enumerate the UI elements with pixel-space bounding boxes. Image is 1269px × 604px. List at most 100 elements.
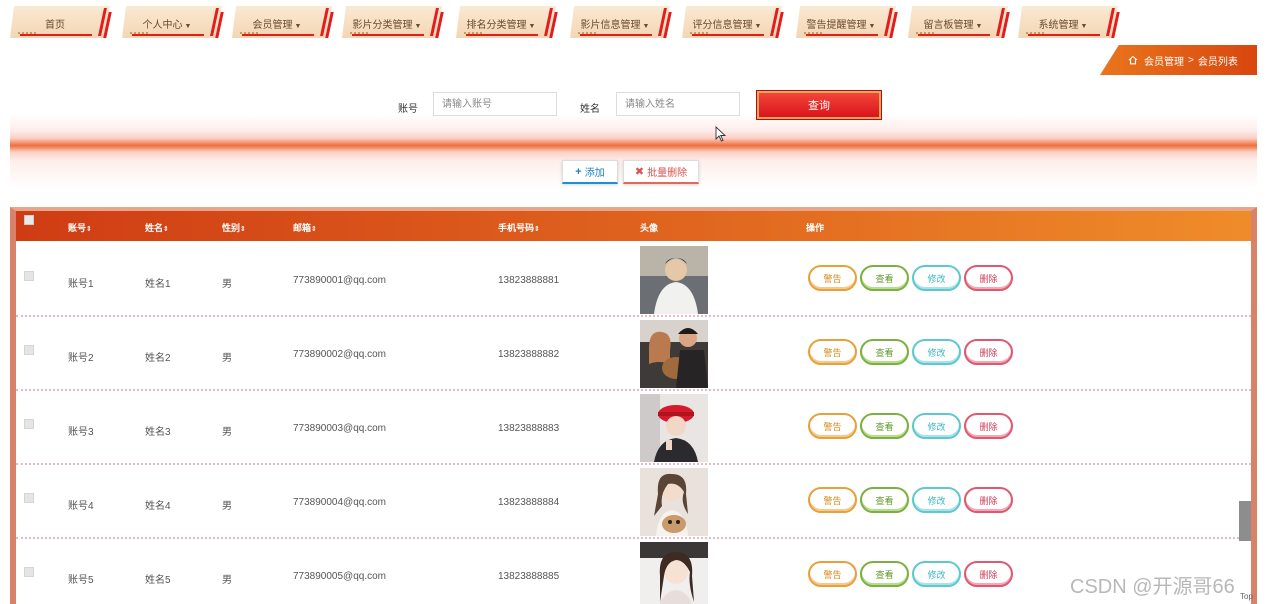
warn-button[interactable]: 警告	[808, 265, 857, 291]
decorative-underline	[352, 34, 424, 36]
cell-phone: 13823888882	[498, 349, 560, 360]
breadcrumb-current: 会员列表	[1197, 56, 1238, 68]
table-header: 账号⇕ 姓名⇕ 性别⇕ 邮箱⇕ 手机号码⇕ 头像 操作	[16, 211, 1251, 241]
cell-gender: 男	[222, 353, 232, 364]
decorative-underline	[466, 34, 538, 36]
col-name[interactable]: 姓名⇕	[145, 221, 169, 234]
nav-item-7[interactable]: 警告提醒管理 ▼	[796, 6, 898, 38]
nav-item-4[interactable]: 排名分类管理 ▼	[456, 6, 558, 38]
nav-item-1[interactable]: 个人中心 ▼	[122, 6, 224, 38]
account-label: 账号	[398, 104, 418, 115]
mouse-cursor-icon	[715, 126, 727, 142]
name-label: 姓名	[580, 104, 600, 115]
delete-button[interactable]: 删除	[964, 265, 1013, 291]
view-button[interactable]: 查看	[860, 265, 909, 291]
view-button[interactable]: 查看	[860, 413, 909, 439]
row-checkbox[interactable]	[24, 567, 34, 577]
sort-icon: ⇕	[311, 226, 317, 233]
avatar[interactable]	[640, 246, 708, 314]
col-gender[interactable]: 性别⇕	[222, 221, 246, 234]
table-row: 账号2 姓名2 男 773890002@qq.com 13823888882 警告 查看 修改…	[16, 317, 1251, 391]
edit-button[interactable]: 修改	[912, 339, 961, 365]
watermark: CSDN @开源哥66	[1070, 576, 1235, 598]
cell-name: 姓名1	[145, 279, 171, 290]
add-button-label: 添加	[584, 168, 605, 179]
avatar[interactable]	[640, 468, 708, 536]
name-search-input[interactable]	[616, 92, 740, 116]
nav-item-label: 评分信息管理 ▼	[692, 20, 762, 31]
table-row: 账号5 姓名5 男 773890005@qq.com 13823888885 警告 查看 修改…	[16, 539, 1251, 604]
nav-item-6[interactable]: 评分信息管理 ▼	[682, 6, 784, 38]
row-checkbox[interactable]	[24, 345, 34, 355]
cell-account: 账号1	[68, 279, 94, 290]
cell-email: 773890005@qq.com	[293, 571, 386, 582]
avatar-photo	[640, 320, 708, 388]
delete-button[interactable]: 删除	[964, 339, 1013, 365]
view-button[interactable]: 查看	[860, 561, 909, 587]
view-button[interactable]: 查看	[860, 487, 909, 513]
cell-name: 姓名5	[145, 575, 171, 586]
avatar[interactable]	[640, 542, 708, 604]
avatar[interactable]	[640, 320, 708, 388]
delete-button[interactable]: 删除	[964, 413, 1013, 439]
cell-account: 账号4	[68, 501, 94, 512]
account-search-input[interactable]	[433, 92, 557, 116]
sort-icon: ⇕	[534, 226, 540, 233]
col-ops: 操作	[806, 223, 825, 233]
breadcrumb-first[interactable]: 会员管理	[1144, 53, 1184, 68]
nav-item-0[interactable]: 首页	[10, 6, 112, 38]
member-table: 账号⇕ 姓名⇕ 性别⇕ 邮箱⇕ 手机号码⇕ 头像 操作 账号1 姓名1 男 77389…	[10, 207, 1257, 604]
warn-button[interactable]: 警告	[808, 487, 857, 513]
plus-icon: +	[575, 165, 582, 178]
search-row: 账号 姓名 查询	[10, 90, 1257, 120]
view-button[interactable]: 查看	[860, 339, 909, 365]
warn-button[interactable]: 警告	[808, 413, 857, 439]
row-checkbox[interactable]	[24, 419, 34, 429]
add-button[interactable]: + 添加	[562, 160, 618, 184]
col-phone[interactable]: 手机号码⇕	[498, 221, 540, 234]
nav-item-3[interactable]: 影片分类管理 ▼	[342, 6, 444, 38]
row-checkbox[interactable]	[24, 493, 34, 503]
caret-down-icon: ▼	[975, 23, 983, 30]
cell-email: 773890003@qq.com	[293, 423, 386, 434]
nav-item-8[interactable]: 留言板管理 ▼	[908, 6, 1010, 38]
edit-button[interactable]: 修改	[912, 265, 961, 291]
cell-email: 773890001@qq.com	[293, 275, 386, 286]
breadcrumb: 会员管理 > 会员列表	[1100, 45, 1257, 75]
cell-gender: 男	[222, 427, 232, 438]
caret-down-icon: ▼	[184, 23, 192, 30]
decorative-underline	[806, 34, 878, 36]
cell-phone: 13823888883	[498, 423, 560, 434]
cell-name: 姓名3	[145, 427, 171, 438]
caret-down-icon: ▼	[1080, 23, 1088, 30]
nav-item-9[interactable]: 系统管理 ▼	[1018, 6, 1120, 38]
batch-delete-button[interactable]: ✖ 批量删除	[623, 160, 699, 184]
select-all-checkbox[interactable]	[24, 215, 34, 225]
nav-item-label: 留言板管理 ▼	[923, 20, 983, 31]
table-row: 账号1 姓名1 男 773890001@qq.com 13823888881 警告 查看 修改…	[16, 243, 1251, 317]
scrollbar-thumb[interactable]	[1239, 501, 1251, 541]
nav-item-2[interactable]: 会员管理 ▼	[232, 6, 334, 38]
avatar-photo	[640, 246, 708, 314]
home-icon[interactable]	[1128, 55, 1138, 65]
nav-item-label: 首页	[45, 20, 65, 31]
edit-button[interactable]: 修改	[912, 487, 961, 513]
warn-button[interactable]: 警告	[808, 339, 857, 365]
delete-button[interactable]: 删除	[964, 487, 1013, 513]
col-avatar: 头像	[640, 223, 659, 233]
col-email[interactable]: 邮箱⇕	[293, 221, 317, 234]
nav-item-5[interactable]: 影片信息管理 ▼	[570, 6, 672, 38]
query-button[interactable]: 查询	[756, 90, 882, 120]
col-account[interactable]: 账号⇕	[68, 221, 92, 234]
back-to-top-link[interactable]: Top	[1240, 592, 1253, 601]
edit-button[interactable]: 修改	[912, 413, 961, 439]
caret-down-icon: ▼	[294, 23, 302, 30]
edit-button[interactable]: 修改	[912, 561, 961, 587]
avatar[interactable]	[640, 394, 708, 462]
cell-email: 773890002@qq.com	[293, 349, 386, 360]
warn-button[interactable]: 警告	[808, 561, 857, 587]
caret-down-icon: ▼	[642, 23, 650, 30]
cell-account: 账号2	[68, 353, 94, 364]
row-checkbox[interactable]	[24, 271, 34, 281]
delete-button[interactable]: 删除	[964, 561, 1013, 587]
